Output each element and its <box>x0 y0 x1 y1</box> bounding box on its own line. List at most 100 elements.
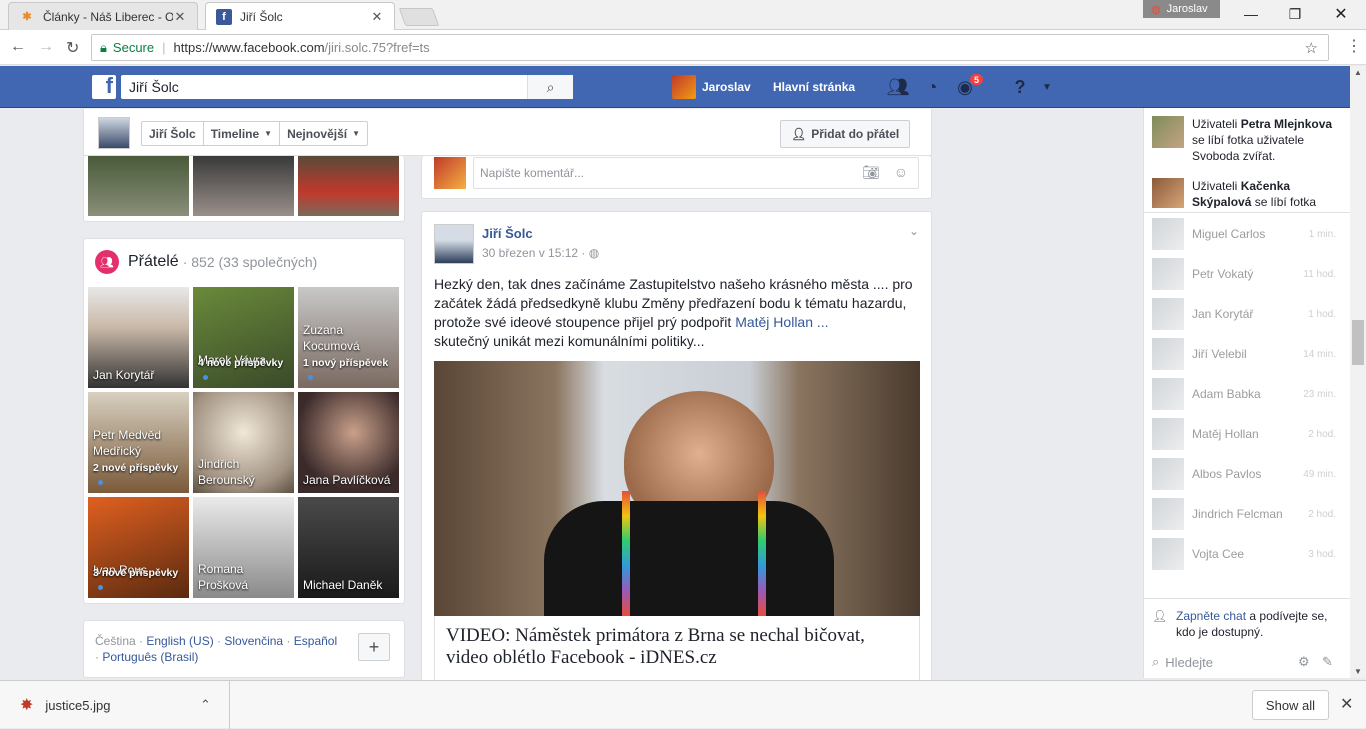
crumb-profile[interactable]: Jiří Šolc <box>142 122 204 145</box>
friend-tile[interactable]: Jana Pavlíčková <box>298 392 399 493</box>
download-filename: justice5.jpg <box>45 697 111 713</box>
post-date[interactable]: 30 březen v 15:12 <box>482 246 578 260</box>
post-author[interactable]: Jiří Šolc <box>482 226 533 241</box>
chat-search-input[interactable]: ⌕ Hledejte ⚙ ✎ <box>1152 654 1342 670</box>
add-friend-button[interactable]: 👤︎ Přidat do přátel <box>780 120 911 148</box>
chat-contact[interactable]: Jindrich Felcman 2 hod. <box>1152 498 1336 530</box>
friend-name: Jana Pavlíčková <box>303 473 391 487</box>
friend-tile[interactable]: Michael Daněk <box>298 497 399 598</box>
close-download-bar-icon[interactable]: ✕ <box>1340 694 1353 714</box>
messenger-icon[interactable]: ◔ <box>921 77 943 97</box>
add-language-button[interactable]: + <box>358 633 390 661</box>
scroll-up-icon[interactable]: ▲ <box>1354 68 1362 77</box>
contact-time: 49 min. <box>1303 468 1336 480</box>
back-icon[interactable]: ← <box>10 38 26 56</box>
new-posts-dot <box>308 375 313 380</box>
minimize-icon[interactable]: — <box>1228 0 1274 28</box>
close-window-icon[interactable]: ✕ <box>1318 0 1364 28</box>
bookmark-star-icon[interactable]: ☆ <box>1305 39 1318 57</box>
chat-contact[interactable]: Jiří Velebil 14 min. <box>1152 338 1336 370</box>
link-title[interactable]: VIDEO: Náměstek primátora z Brna se nech… <box>446 625 906 669</box>
url-host: https://www.facebook.com <box>173 40 325 55</box>
contact-name: Petr Vokatý <box>1192 267 1254 281</box>
page-scrollbar[interactable]: ▲ ▼ <box>1350 66 1366 678</box>
friend-tile[interactable]: Marek Vávra 4 nové příspěvky <box>193 287 294 388</box>
forward-icon[interactable]: → <box>38 38 54 56</box>
comment-input[interactable]: Napište komentář... 📷︎ ☺ <box>473 157 919 189</box>
language-link[interactable]: Slovenčina <box>224 634 283 648</box>
post-author-avatar[interactable] <box>434 224 474 264</box>
user-profile-link[interactable]: Jaroslav <box>672 75 751 99</box>
profile-avatar[interactable] <box>98 117 130 149</box>
photo-thumbnail[interactable] <box>88 156 189 216</box>
language-link[interactable]: English (US) <box>146 634 213 648</box>
browser-tab-active[interactable]: f Jiří Šolc ✕ <box>205 2 395 30</box>
chat-contact[interactable]: Petr Vokatý 11 hod. <box>1152 258 1336 290</box>
help-icon[interactable]: ? <box>1009 77 1031 97</box>
crumb-sort[interactable]: Nejnovější ▼ <box>280 122 367 145</box>
menu-icon[interactable]: ⋮ <box>1346 36 1362 56</box>
reload-icon[interactable]: ↻ <box>66 38 79 58</box>
facebook-logo-icon[interactable]: f <box>92 73 116 99</box>
friends-header[interactable]: 👥︎ Přátelé · 852 (33 společných) <box>95 250 317 274</box>
tab-title: Články - Náš Liberec - Ol <box>43 9 173 24</box>
friend-name: Romana Prošková <box>198 562 249 592</box>
profile-button[interactable]: ◍ Jaroslav <box>1143 0 1220 18</box>
show-all-button[interactable]: Show all <box>1252 690 1329 720</box>
contact-time: 14 min. <box>1303 348 1336 360</box>
friend-tile[interactable]: Zuzana Kocumová 1 nový příspěvek <box>298 287 399 388</box>
chat-contact[interactable]: Miguel Carlos 1 min. <box>1152 218 1336 250</box>
chevron-down-icon: ▼ <box>264 129 273 138</box>
address-bar: ← → ↻ 🔒︎ Secure | https://www.facebook.c… <box>0 30 1366 65</box>
url-input[interactable]: 🔒︎ Secure | https://www.facebook.com/jir… <box>91 34 1329 61</box>
chat-contact[interactable]: Adam Babka 23 min. <box>1152 378 1336 410</box>
avatar <box>1152 218 1184 250</box>
friend-tile[interactable]: Romana Prošková <box>193 497 294 598</box>
crumb-timeline[interactable]: Timeline ▼ <box>204 122 281 145</box>
browser-tab[interactable]: ✱ Články - Náš Liberec - Ol ✕ <box>8 2 198 30</box>
new-tab-button[interactable] <box>398 8 440 26</box>
home-link[interactable]: Hlavní stránka <box>773 80 855 94</box>
chat-contact[interactable]: Albos Pavlos 49 min. <box>1152 458 1336 490</box>
chat-contact[interactable]: Jan Korytář 1 hod. <box>1152 298 1336 330</box>
friend-tile[interactable]: Jindřich Berounský <box>193 392 294 493</box>
profile-name: Jaroslav <box>1166 3 1208 15</box>
gear-icon[interactable]: ⚙ <box>1298 654 1310 670</box>
profile-icon: ◍ <box>1151 3 1161 16</box>
search-icon[interactable]: ⌕ <box>527 75 573 99</box>
ticker-item[interactable]: Uživateli Kačenka Skýpalová se líbí fotk… <box>1152 178 1340 208</box>
account-menu-chevron-icon[interactable]: ▼ <box>1036 77 1058 97</box>
turn-on-chat-link[interactable]: Zapněte chat <box>1176 609 1246 623</box>
chat-contact[interactable]: Matěj Hollan 2 hod. <box>1152 418 1336 450</box>
contact-name: Jindrich Felcman <box>1192 507 1283 521</box>
add-friend-icon: 👤︎ <box>791 127 807 141</box>
post-options-chevron-icon[interactable]: ⌄ <box>909 224 919 238</box>
sticker-icon[interactable]: ☺ <box>894 164 908 180</box>
ticker-item[interactable]: Uživateli Petra Mlejnkova se líbí fotka … <box>1152 116 1340 164</box>
restore-icon[interactable]: ❐ <box>1272 0 1318 28</box>
camera-icon[interactable]: 📷︎ <box>862 164 880 181</box>
chevron-up-icon[interactable]: ⌃ <box>200 697 211 713</box>
close-tab-icon[interactable]: ✕ <box>173 9 187 25</box>
search-input[interactable]: Jiří Šolc ⌕ <box>121 75 573 99</box>
language-link[interactable]: Português (Brasil) <box>102 650 198 664</box>
link-preview-image[interactable] <box>434 361 920 616</box>
photo-thumbnail[interactable] <box>298 156 399 216</box>
scrollbar-thumb[interactable] <box>1352 320 1364 365</box>
chat-contact[interactable]: Vojta Cee 3 hod. <box>1152 538 1336 570</box>
language-link[interactable]: Español <box>294 634 337 648</box>
friend-tile[interactable]: Ivan Rous 3 nové příspěvky <box>88 497 189 598</box>
post-text-body: Hezký den, tak dnes začínáme Zastupitels… <box>434 276 913 330</box>
tab-strip: ✱ Články - Náš Liberec - Ol ✕ f Jiří Šol… <box>0 0 1366 30</box>
friend-name: Jindřich Berounský <box>198 457 255 487</box>
compose-icon[interactable]: ✎ <box>1322 654 1333 670</box>
download-item[interactable]: ✸ justice5.jpg ⌃ <box>0 681 230 729</box>
mention-link[interactable]: Matěj Hollan ... <box>735 314 828 330</box>
friend-tile[interactable]: Jan Korytář <box>88 287 189 388</box>
close-tab-icon[interactable]: ✕ <box>370 9 384 25</box>
photo-thumbnail[interactable] <box>193 156 294 216</box>
person-body <box>544 501 834 616</box>
scroll-down-icon[interactable]: ▼ <box>1354 667 1362 676</box>
friend-tile[interactable]: Petr Medvěd Medřický 2 nové příspěvky <box>88 392 189 493</box>
friend-requests-icon[interactable]: 👥︎ <box>887 77 910 97</box>
